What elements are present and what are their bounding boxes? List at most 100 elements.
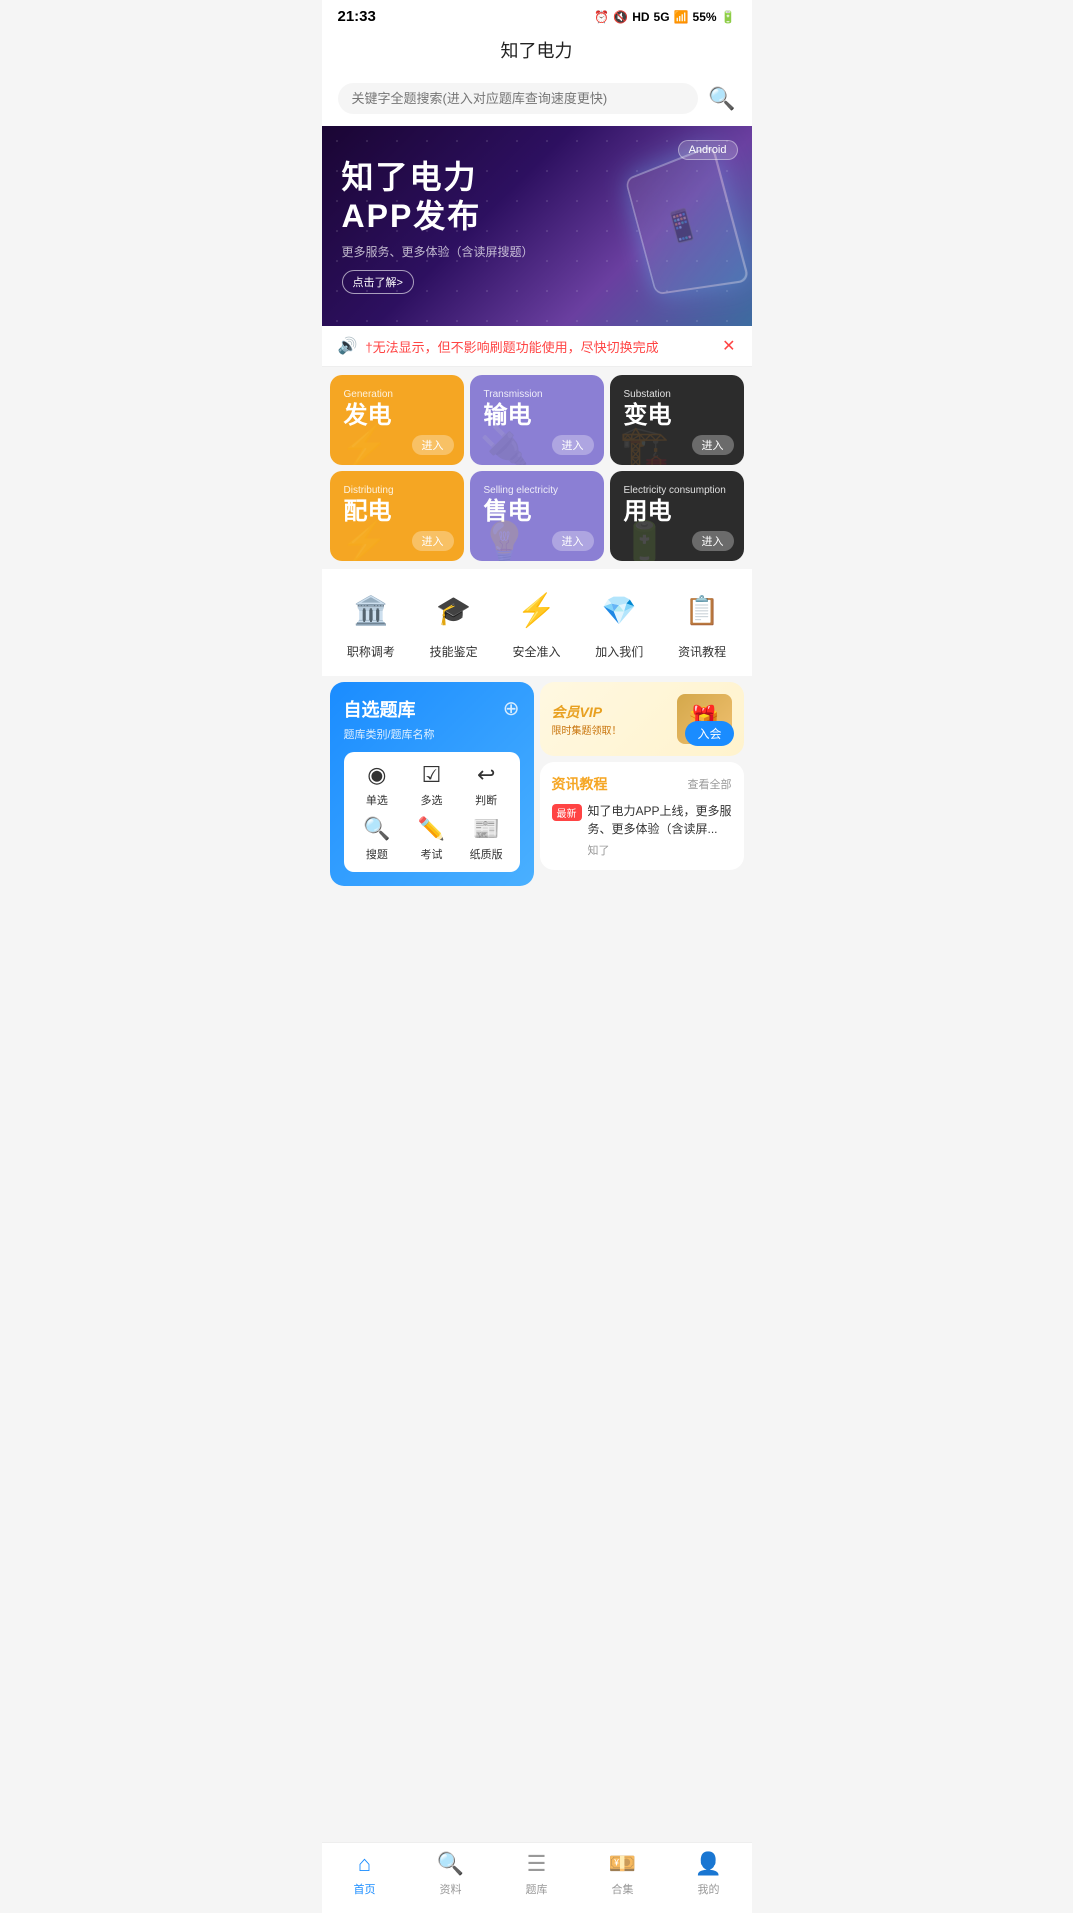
career-icon: 🏛️ <box>346 585 396 635</box>
cat-enter-selling[interactable]: 进入 <box>552 531 594 551</box>
cat-bg-icon-generation: ⚡ <box>340 423 390 465</box>
search-input-wrap[interactable] <box>338 83 699 114</box>
bottom-nav: ⌂ 首页 🔍 资料 ☰ 题库 💴 合集 👤 我的 <box>322 1842 752 1913</box>
status-time: 21:33 <box>338 8 376 25</box>
news-more-link[interactable]: 查看全部 <box>688 776 732 792</box>
quick-item-join[interactable]: 💎 加入我们 <box>594 585 644 660</box>
nav-collection[interactable]: 💴 合集 <box>580 1851 666 1897</box>
news-card: 资讯教程 查看全部 最新 知了电力APP上线，更多服务、更多体验（含读屏... … <box>540 762 744 870</box>
cat-bg-icon-transmission: 🔌 <box>480 423 530 465</box>
paper-label: 纸质版 <box>470 846 503 862</box>
nav-label-qbank: 题库 <box>526 1881 548 1897</box>
nav-label-home: 首页 <box>354 1881 376 1897</box>
page-title: 知了电力 <box>501 41 573 61</box>
qtype-exam[interactable]: ✏️ 考试 <box>408 816 455 862</box>
qtype-paper[interactable]: 📰 纸质版 <box>463 816 510 862</box>
status-bar: 21:33 ⏰ 🔇 HD 5G 📶 55% 🔋 <box>322 0 752 29</box>
single-choice-icon: ◉ <box>367 762 386 788</box>
nav-label-collection: 合集 <box>612 1881 634 1897</box>
quick-label-join: 加入我们 <box>595 643 643 660</box>
vip-title-prefix: 会员 <box>552 704 580 720</box>
qtype-multi[interactable]: ☑ 多选 <box>408 762 455 808</box>
quick-item-career[interactable]: 🏛️ 职称调考 <box>346 585 396 660</box>
vip-subtitle: 限时集题领取！ <box>552 722 669 737</box>
battery-icon: 🔋 <box>721 10 736 24</box>
cat-bg-icon-selling: 💡 <box>480 519 530 561</box>
cat-enter-transmission[interactable]: 进入 <box>552 435 594 455</box>
nav-label-mine: 我的 <box>698 1881 720 1897</box>
news-from: 知了 <box>588 842 732 858</box>
right-column: 会员VIP 限时集题领取！ 🎁 入会 资讯教程 查看全部 最新 知了电力APP上… <box>540 682 744 886</box>
qbank-type-grid: ◉ 单选 ☑ 多选 ↩ 判断 🔍 搜题 <box>354 762 510 862</box>
category-card-transmission[interactable]: Transmission 输电 🔌 进入 <box>470 375 604 465</box>
skill-icon: 🎓 <box>429 585 479 635</box>
quick-item-skill[interactable]: 🎓 技能鉴定 <box>429 585 479 660</box>
notice-close-icon[interactable]: ✕ <box>722 336 735 356</box>
quick-item-safety[interactable]: ⚡ 安全准入 <box>511 585 561 660</box>
qbank-title: 自选题库 <box>344 696 520 722</box>
category-card-distributing[interactable]: Distributing 配电 ⚡ 进入 <box>330 471 464 561</box>
status-right: ⏰ 🔇 HD 5G 📶 55% 🔋 <box>594 10 735 24</box>
vip-join-button[interactable]: 入会 <box>685 721 733 746</box>
cat-enter-generation[interactable]: 进入 <box>412 435 454 455</box>
search-input[interactable] <box>352 91 685 106</box>
search-button[interactable]: 🔍 <box>708 86 735 112</box>
news-quick-icon: 📋 <box>677 585 727 635</box>
single-choice-label: 单选 <box>366 792 388 808</box>
bottom-section: 自选题库 题库类别/题库名称 ⊕ ◉ 单选 ☑ 多选 ↩ 判断 <box>322 682 752 894</box>
data-icon: 🔍 <box>437 1851 464 1877</box>
category-card-substation[interactable]: Substation 变电 🏗️ 进入 <box>610 375 744 465</box>
quick-item-news[interactable]: 📋 资讯教程 <box>677 585 727 660</box>
cat-en-transmission: Transmission <box>484 389 590 400</box>
banner-cta-button[interactable]: 点击了解> <box>342 270 414 294</box>
cat-enter-distributing[interactable]: 进入 <box>412 531 454 551</box>
qtype-single[interactable]: ◉ 单选 <box>354 762 401 808</box>
banner-title-line2: APP发布 <box>342 197 632 235</box>
news-title-label: 资讯教程 <box>552 774 608 794</box>
vip-title: 会员VIP <box>552 702 669 722</box>
cat-enter-consumption[interactable]: 进入 <box>692 531 734 551</box>
qtype-search[interactable]: 🔍 搜题 <box>354 816 401 862</box>
category-card-selling[interactable]: Selling electricity 售电 💡 进入 <box>470 471 604 561</box>
notice-text: †无法显示，但不影响刷题功能使用，尽快切换完成 <box>365 337 714 356</box>
nav-mine[interactable]: 👤 我的 <box>666 1851 752 1897</box>
qbank-types-grid: ◉ 单选 ☑ 多选 ↩ 判断 🔍 搜题 <box>344 752 520 872</box>
exam-label: 考试 <box>420 846 442 862</box>
cat-enter-substation[interactable]: 进入 <box>692 435 734 455</box>
cat-en-distributing: Distributing <box>344 485 450 496</box>
collection-icon: 💴 <box>609 1851 636 1877</box>
category-card-generation[interactable]: Generation 发电 ⚡ 进入 <box>330 375 464 465</box>
vip-label: VIP <box>580 704 603 720</box>
judge-icon: ↩ <box>477 762 495 788</box>
nav-home[interactable]: ⌂ 首页 <box>322 1851 408 1897</box>
nav-data[interactable]: 🔍 资料 <box>408 1851 494 1897</box>
network-icon: 5G <box>654 10 670 24</box>
cat-en-generation: Generation <box>344 389 450 400</box>
qbank-card: 自选题库 题库类别/题库名称 ⊕ ◉ 单选 ☑ 多选 ↩ 判断 <box>330 682 534 886</box>
banner-text: 知了电力 APP发布 更多服务、更多体验（含读屏搜题） 点击了解> <box>342 158 632 294</box>
vip-card: 会员VIP 限时集题领取！ 🎁 入会 <box>540 682 744 756</box>
join-icon: 💎 <box>594 585 644 635</box>
news-item[interactable]: 最新 知了电力APP上线，更多服务、更多体验（含读屏... 知了 <box>552 802 732 858</box>
qtype-judge[interactable]: ↩ 判断 <box>463 762 510 808</box>
nav-label-data: 资料 <box>440 1881 462 1897</box>
exam-icon: ✏️ <box>418 816 445 842</box>
qbank-add-button[interactable]: ⊕ <box>503 696 520 721</box>
profile-icon: 👤 <box>695 1851 722 1877</box>
multi-choice-label: 多选 <box>420 792 442 808</box>
nav-qbank[interactable]: ☰ 题库 <box>494 1851 580 1897</box>
news-header: 资讯教程 查看全部 <box>552 774 732 794</box>
qbank-subtitle: 题库类别/题库名称 <box>344 726 520 742</box>
category-card-consumption[interactable]: Electricity consumption 用电 🔋 进入 <box>610 471 744 561</box>
cat-en-selling: Selling electricity <box>484 485 590 496</box>
quick-icons-row: 🏛️ 职称调考 🎓 技能鉴定 ⚡ 安全准入 💎 加入我们 📋 资讯教程 <box>322 569 752 676</box>
banner[interactable]: 知了电力 APP发布 更多服务、更多体验（含读屏搜题） 点击了解> 📱 Andr… <box>322 126 752 326</box>
mute-icon: 🔇 <box>613 10 628 24</box>
news-badge: 最新 <box>552 804 582 821</box>
cat-en-substation: Substation <box>624 389 730 400</box>
cat-bg-icon-substation: 🏗️ <box>620 423 670 465</box>
notice-volume-icon: 🔊 <box>338 336 358 356</box>
quick-label-skill: 技能鉴定 <box>430 643 478 660</box>
category-grid: Generation 发电 ⚡ 进入 Transmission 输电 🔌 进入 … <box>322 367 752 569</box>
cat-en-consumption: Electricity consumption <box>624 485 730 496</box>
